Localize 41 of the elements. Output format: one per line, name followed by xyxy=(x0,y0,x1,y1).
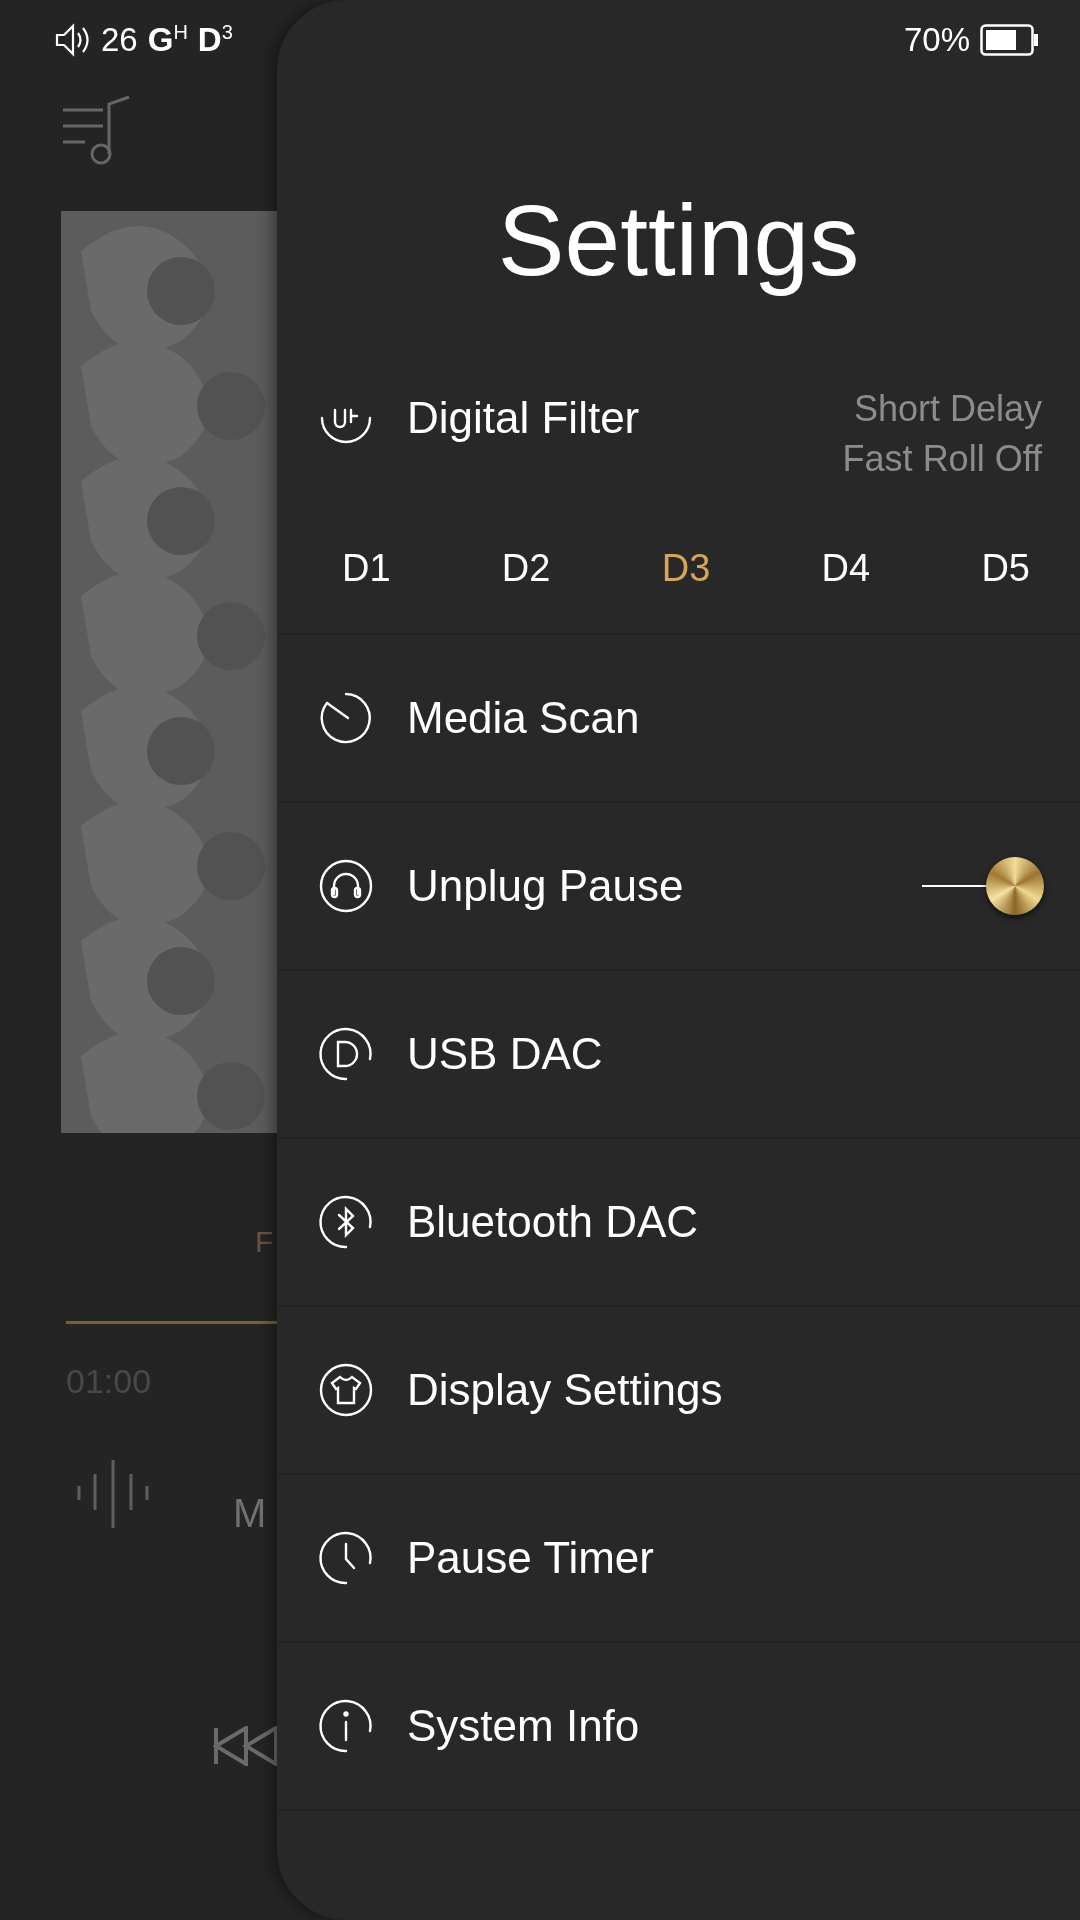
bluetooth-icon xyxy=(318,1194,374,1250)
battery-icon xyxy=(980,24,1040,56)
settings-row[interactable]: Media Scan xyxy=(277,635,1080,803)
circle-d-icon xyxy=(318,1026,374,1082)
setting-label[interactable]: Digital Filter xyxy=(407,384,843,452)
setting-label: USB DAC xyxy=(407,1029,604,1079)
settings-row[interactable]: Pause Timer xyxy=(277,1475,1080,1643)
clock-icon xyxy=(318,1530,374,1586)
toggle-switch[interactable] xyxy=(922,855,1044,917)
dac-indicator: D$^{3}$ xyxy=(197,21,233,59)
battery-percent: 70% xyxy=(903,21,970,59)
filter-option[interactable]: D1 xyxy=(332,542,401,594)
setting-label: Pause Timer xyxy=(407,1533,655,1583)
format-label: F xyxy=(255,1225,274,1259)
filter-option[interactable]: D2 xyxy=(491,542,561,594)
setting-label: Unplug Pause xyxy=(407,861,685,911)
setting-label: System Info xyxy=(407,1701,641,1751)
playlist-icon[interactable] xyxy=(61,96,131,166)
headphones-icon xyxy=(318,858,374,914)
track-title: M xyxy=(233,1491,267,1536)
filter-option[interactable]: D3 xyxy=(651,542,721,594)
settings-row[interactable]: USB DAC xyxy=(277,971,1080,1139)
gain-indicator: G$^{H}$ xyxy=(147,21,188,59)
settings-row[interactable]: System Info xyxy=(277,1643,1080,1811)
filter-option[interactable]: D5 xyxy=(971,542,1040,594)
filter-value: Fast Roll Off xyxy=(842,437,1042,481)
waveform-icon[interactable] xyxy=(75,1457,151,1530)
settings-row[interactable]: Bluetooth DAC xyxy=(277,1139,1080,1307)
speaker-icon xyxy=(55,23,91,57)
settings-row[interactable]: Display Settings xyxy=(277,1307,1080,1475)
volume-level: 26 xyxy=(101,21,138,59)
setting-label: Media Scan xyxy=(407,693,641,743)
drawer-title: Settings xyxy=(497,183,860,298)
filter-option[interactable]: D4 xyxy=(811,542,881,594)
dial-icon xyxy=(318,690,374,746)
filter-value: Short Delay xyxy=(853,387,1042,431)
setting-label: Display Settings xyxy=(407,1365,724,1415)
setting-label: Bluetooth DAC xyxy=(407,1197,700,1247)
settings-row[interactable]: Unplug Pause xyxy=(277,803,1080,971)
info-icon xyxy=(318,1698,374,1754)
shirt-icon xyxy=(318,1362,374,1418)
